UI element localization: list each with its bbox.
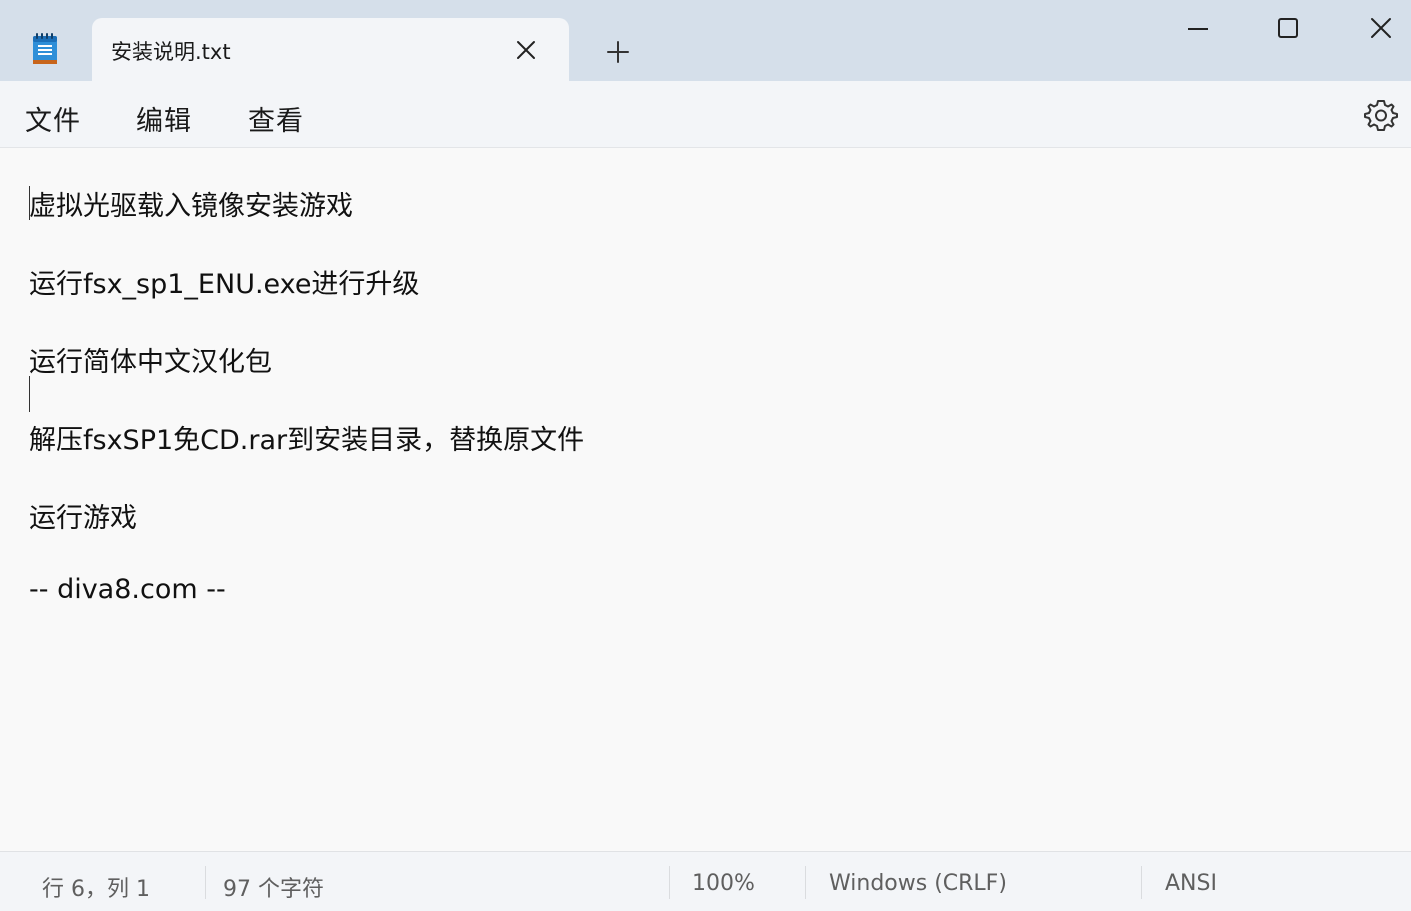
cursor-position[interactable]: 行 6，列 1 (42, 871, 150, 903)
menu-bar: 文件 编辑 查看 (0, 81, 1411, 148)
status-bar: 行 6，列 1 97 个字符 100% Windows (CRLF) ANSI (0, 851, 1411, 911)
status-divider (205, 866, 206, 899)
menu-view[interactable]: 查看 (248, 99, 304, 138)
close-icon[interactable] (1351, 10, 1411, 50)
text-editor[interactable]: 虚拟光驱载入镜像安装游戏 运行fsx_sp1_ENU.exe进行升级 运行简体中… (0, 148, 1411, 850)
editor-line: -- diva8.com -- (29, 574, 226, 605)
editor-line: 解压fsxSP1免CD.rar到安装目录，替换原文件 (29, 425, 585, 456)
encoding[interactable]: ANSI (1165, 871, 1217, 896)
gear-icon[interactable] (1362, 96, 1400, 134)
document-tab[interactable]: 安装说明.txt (92, 18, 569, 81)
status-divider (1141, 866, 1142, 899)
tab-title: 安装说明.txt (111, 40, 231, 64)
close-icon[interactable] (512, 36, 540, 64)
status-divider (669, 866, 670, 899)
editor-line: 虚拟光驱载入镜像安装游戏 (29, 191, 353, 222)
notepad-icon (33, 33, 57, 64)
menu-edit[interactable]: 编辑 (136, 99, 192, 138)
line-ending[interactable]: Windows (CRLF) (829, 871, 1007, 896)
editor-line: 运行游戏 (29, 503, 137, 534)
minimize-icon[interactable] (1168, 10, 1228, 50)
character-count: 97 个字符 (223, 877, 324, 902)
editor-line: 运行简体中文汉化包 (29, 347, 272, 378)
status-divider (805, 866, 806, 899)
cursor-caret (29, 376, 30, 412)
title-bar: 安装说明.txt (0, 0, 1411, 81)
plus-icon[interactable] (600, 36, 636, 68)
zoom-level[interactable]: 100% (692, 871, 755, 896)
maximize-icon[interactable] (1258, 10, 1318, 50)
menu-file[interactable]: 文件 (25, 99, 81, 138)
editor-line: 运行fsx_sp1_ENU.exe进行升级 (29, 269, 420, 300)
